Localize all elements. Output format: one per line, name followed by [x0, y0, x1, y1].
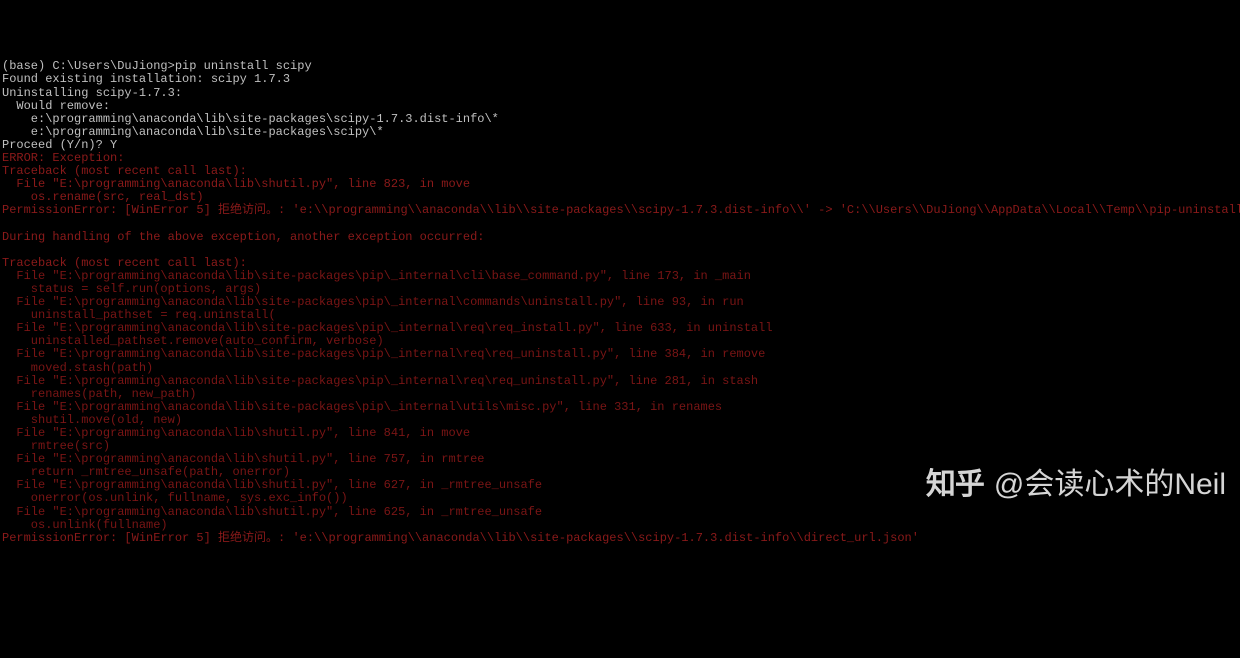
terminal-line: moved.stash(path): [2, 362, 1238, 375]
terminal-line: e:\programming\anaconda\lib\site-package…: [2, 113, 1238, 126]
terminal-line: Traceback (most recent call last):: [2, 257, 1238, 270]
terminal-line: File "E:\programming\anaconda\lib\site-p…: [2, 401, 1238, 414]
terminal-line: File "E:\programming\anaconda\lib\shutil…: [2, 506, 1238, 519]
terminal-line: PermissionError: [WinError 5] 拒绝访问。: 'e:…: [2, 532, 1238, 545]
watermark-handle: @会读心术的Neil: [994, 478, 1226, 491]
terminal-line: [2, 545, 1238, 558]
terminal-line: renames(path, new_path): [2, 388, 1238, 401]
terminal-line: os.unlink(fullname): [2, 519, 1238, 532]
terminal-line: PermissionError: [WinError 5] 拒绝访问。: 'e:…: [2, 204, 1238, 217]
terminal-line: File "E:\programming\anaconda\lib\shutil…: [2, 427, 1238, 440]
zhihu-logo: 知乎: [926, 478, 984, 491]
terminal-line: File "E:\programming\anaconda\lib\site-p…: [2, 348, 1238, 361]
terminal-line: File "E:\programming\anaconda\lib\site-p…: [2, 375, 1238, 388]
terminal-line: Would remove:: [2, 100, 1238, 113]
terminal-line: Proceed (Y/n)? Y: [2, 139, 1238, 152]
terminal-line: [2, 218, 1238, 231]
terminal-line: [2, 244, 1238, 257]
terminal-line: File "E:\programming\anaconda\lib\site-p…: [2, 270, 1238, 283]
terminal-line: During handling of the above exception, …: [2, 231, 1238, 244]
terminal-line: Uninstalling scipy-1.7.3:: [2, 87, 1238, 100]
watermark: 知乎 @会读心术的Neil: [926, 478, 1226, 491]
terminal-line: e:\programming\anaconda\lib\site-package…: [2, 126, 1238, 139]
terminal-line: Found existing installation: scipy 1.7.3: [2, 73, 1238, 86]
